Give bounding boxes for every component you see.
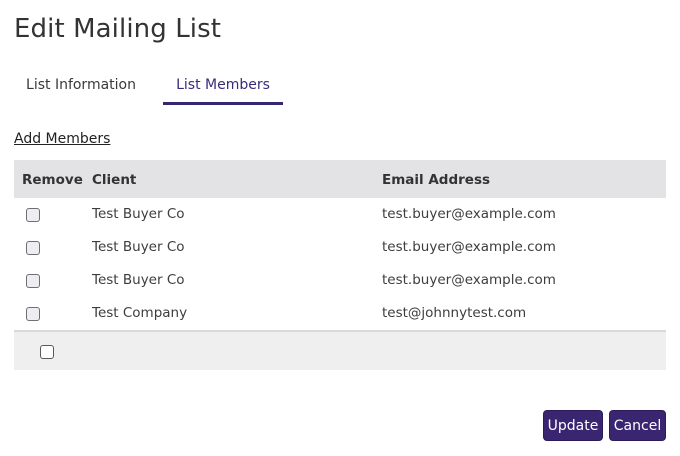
table-row: Test Buyer Co test.buyer@example.com (14, 198, 666, 231)
column-header-client: Client (92, 172, 137, 188)
tab-list-members[interactable]: List Members (163, 68, 283, 105)
members-table: Remove Client Email Address Test Buyer C… (14, 160, 666, 370)
email-cell: test.buyer@example.com (382, 272, 556, 288)
remove-checkbox[interactable] (26, 307, 40, 321)
remove-checkbox[interactable] (26, 241, 40, 255)
column-header-remove: Remove (22, 172, 83, 188)
email-cell: test.buyer@example.com (382, 206, 556, 222)
cancel-button[interactable]: Cancel (609, 410, 666, 441)
page-title: Edit Mailing List (14, 14, 222, 44)
update-button[interactable]: Update (543, 410, 603, 441)
tab-list-information[interactable]: List Information (14, 68, 148, 102)
select-all-checkbox[interactable] (40, 345, 54, 359)
client-cell: Test Buyer Co (92, 272, 185, 288)
remove-checkbox[interactable] (26, 208, 40, 222)
email-cell: test.buyer@example.com (382, 239, 556, 255)
tab-bar: List Information List Members (14, 68, 666, 105)
table-row: Test Company test@johnnytest.com (14, 297, 666, 330)
table-footer-row (14, 330, 666, 370)
email-cell: test@johnnytest.com (382, 305, 527, 321)
client-cell: Test Buyer Co (92, 239, 185, 255)
remove-checkbox[interactable] (26, 274, 40, 288)
add-members-link[interactable]: Add Members (14, 131, 110, 147)
table-header: Remove Client Email Address (14, 160, 666, 198)
column-header-email: Email Address (382, 172, 491, 188)
client-cell: Test Company (92, 305, 188, 321)
table-row: Test Buyer Co test.buyer@example.com (14, 264, 666, 297)
table-row: Test Buyer Co test.buyer@example.com (14, 231, 666, 264)
client-cell: Test Buyer Co (92, 206, 185, 222)
